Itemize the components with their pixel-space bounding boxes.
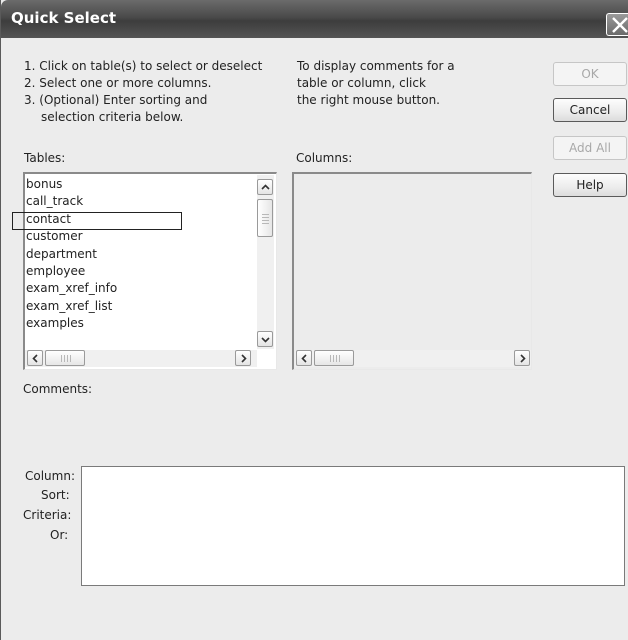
- scroll-down-button[interactable]: [257, 331, 273, 347]
- chevron-left-icon: [301, 354, 307, 363]
- scroll-up-button[interactable]: [257, 179, 273, 195]
- tables-horizontal-scrollbar[interactable]: [25, 350, 257, 367]
- window-title: Quick Select: [11, 9, 117, 27]
- chevron-right-icon: [241, 354, 247, 363]
- column-label: Column:: [25, 469, 75, 483]
- tables-listbox[interactable]: bonus call_track contact customer depart…: [23, 172, 277, 370]
- instruction-line: To display comments for a: [297, 59, 455, 73]
- instruction-line: table or column, click: [297, 76, 426, 90]
- list-item[interactable]: bonus: [25, 176, 117, 193]
- instruction-line: 1. Click on table(s) to select or desele…: [24, 59, 263, 73]
- focused-item-outline: [12, 212, 182, 230]
- add-all-button[interactable]: Add All: [553, 136, 627, 160]
- columns-listbox[interactable]: [292, 172, 532, 370]
- list-item[interactable]: customer: [25, 228, 117, 245]
- help-button[interactable]: Help: [553, 173, 627, 197]
- close-icon: [612, 17, 628, 33]
- quick-select-dialog: Quick Select 1. Click on table(s) to sel…: [0, 0, 628, 640]
- tables-label: Tables:: [24, 151, 66, 165]
- scroll-right-button[interactable]: [235, 350, 251, 366]
- columns-label: Columns:: [296, 151, 353, 165]
- list-item[interactable]: examples: [25, 315, 117, 332]
- scroll-thumb[interactable]: [314, 350, 354, 366]
- title-bar[interactable]: Quick Select: [1, 0, 628, 38]
- chevron-down-icon: [261, 337, 270, 343]
- chevron-up-icon: [261, 184, 270, 190]
- or-label: Or:: [50, 528, 69, 542]
- criteria-grid[interactable]: [81, 466, 625, 586]
- instruction-line: the right mouse button.: [297, 93, 440, 107]
- instruction-line: 3. (Optional) Enter sorting and: [24, 93, 208, 107]
- instructions-left: 1. Click on table(s) to select or desele…: [24, 58, 262, 126]
- scroll-right-button[interactable]: [514, 350, 530, 366]
- columns-horizontal-scrollbar[interactable]: [295, 350, 531, 367]
- list-item[interactable]: department: [25, 246, 117, 263]
- comments-label: Comments:: [23, 382, 93, 396]
- scroll-left-button[interactable]: [296, 350, 312, 366]
- instruction-line: selection criteria below.: [41, 110, 184, 124]
- tables-vertical-scrollbar[interactable]: [257, 175, 274, 349]
- scroll-left-button[interactable]: [27, 350, 43, 366]
- tables-list: bonus call_track contact customer depart…: [25, 176, 117, 333]
- sort-label: Sort:: [41, 488, 70, 502]
- chevron-left-icon: [32, 354, 38, 363]
- list-item[interactable]: employee: [25, 263, 117, 280]
- instruction-line: 2. Select one or more columns.: [24, 76, 212, 90]
- list-item[interactable]: exam_xref_info: [25, 280, 117, 297]
- ok-button[interactable]: OK: [553, 62, 627, 86]
- list-item[interactable]: exam_xref_list: [25, 298, 117, 315]
- cancel-button[interactable]: Cancel: [553, 98, 627, 122]
- list-item[interactable]: call_track: [25, 193, 117, 210]
- instructions-right: To display comments for a table or colum…: [297, 58, 455, 109]
- close-button[interactable]: [606, 13, 628, 36]
- scroll-thumb[interactable]: [45, 350, 85, 366]
- criteria-label: Criteria:: [23, 508, 72, 522]
- chevron-right-icon: [520, 354, 526, 363]
- scroll-thumb[interactable]: [257, 199, 273, 237]
